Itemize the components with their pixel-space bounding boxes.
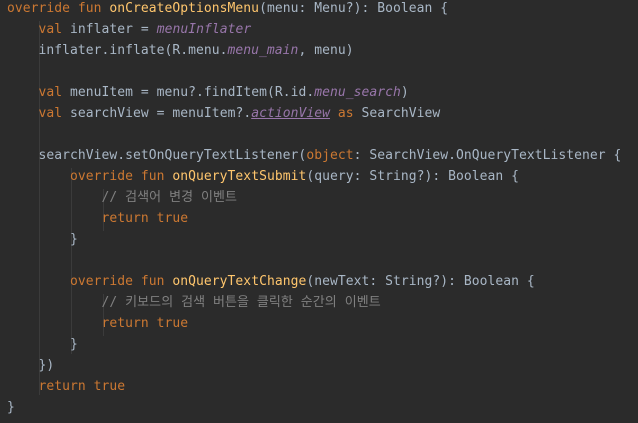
code-line[interactable]: } bbox=[7, 334, 78, 355]
code-line[interactable]: searchView.setOnQueryTextListener(object… bbox=[7, 145, 622, 166]
code-token: SearchView bbox=[361, 106, 441, 121]
code-token: } bbox=[7, 232, 78, 247]
code-line[interactable]: override fun onCreateOptionsMenu(menu: M… bbox=[7, 0, 448, 19]
code-line[interactable]: }) bbox=[7, 355, 55, 376]
keyword-token: return true bbox=[101, 316, 189, 331]
code-line[interactable]: val searchView = menuItem?.actionView as… bbox=[7, 103, 441, 124]
code-line[interactable]: return true bbox=[7, 208, 189, 229]
code-line[interactable]: } bbox=[7, 397, 15, 418]
code-line[interactable]: override fun onQueryTextSubmit(query: St… bbox=[7, 166, 519, 187]
keyword-token: val bbox=[38, 22, 71, 37]
code-token: : SearchView.OnQueryTextListener { bbox=[353, 148, 622, 163]
code-token: } bbox=[7, 337, 78, 352]
code-token: menuItem = menu?.findItem(R.id. bbox=[70, 85, 315, 100]
code-line[interactable]: } bbox=[7, 229, 78, 250]
code-token: } bbox=[7, 400, 15, 415]
keyword-token: return true bbox=[101, 211, 189, 226]
comment-token: // 키보드의 검색 버튼을 클릭한 순간의 이벤트 bbox=[101, 295, 381, 310]
keyword-token: return true bbox=[38, 379, 126, 394]
function-name-token: onQueryTextChange bbox=[172, 274, 307, 289]
keyword-token: val bbox=[38, 85, 71, 100]
code-token: searchView.setOnQueryTextListener( bbox=[7, 148, 307, 163]
function-name-token: onCreateOptionsMenu bbox=[109, 1, 260, 16]
code-token: searchView = menuItem?. bbox=[70, 106, 252, 121]
code-token: (menu: Menu?): Boolean { bbox=[259, 1, 449, 16]
code-token: (query: String?): Boolean { bbox=[306, 169, 519, 184]
function-name-token: onQueryTextSubmit bbox=[172, 169, 307, 184]
extension-property-token: actionView bbox=[251, 106, 330, 121]
code-token: (newText: String?): Boolean { bbox=[306, 274, 535, 289]
code-line[interactable]: return true bbox=[7, 376, 126, 397]
keyword-token: override fun bbox=[70, 169, 173, 184]
code-line[interactable]: val menuItem = menu?.findItem(R.id.menu_… bbox=[7, 82, 409, 103]
keyword-token: as bbox=[329, 106, 362, 121]
code-line[interactable]: // 검색어 변경 이벤트 bbox=[7, 187, 237, 208]
property-token: menu_main bbox=[227, 43, 299, 58]
code-editor[interactable]: override fun onCreateOptionsMenu(menu: M… bbox=[0, 0, 638, 423]
property-token: menuInflater bbox=[156, 22, 252, 37]
code-line[interactable]: inflater.inflate(R.menu.menu_main, menu) bbox=[7, 40, 354, 61]
code-token: inflater = bbox=[70, 22, 157, 37]
code-line[interactable]: // 키보드의 검색 버튼을 클릭한 순간의 이벤트 bbox=[7, 292, 381, 313]
code-token: }) bbox=[7, 358, 55, 373]
code-line[interactable]: override fun onQueryTextChange(newText: … bbox=[7, 271, 535, 292]
keyword-token: override fun bbox=[7, 1, 110, 16]
keyword-token: object bbox=[306, 148, 354, 163]
code-line[interactable]: return true bbox=[7, 313, 189, 334]
code-token: , menu) bbox=[298, 43, 354, 58]
comment-token: // 검색어 변경 이벤트 bbox=[101, 190, 237, 205]
code-token: inflater.inflate(R.menu. bbox=[7, 43, 228, 58]
code-line[interactable]: val inflater = menuInflater bbox=[7, 19, 252, 40]
code-token: ) bbox=[400, 85, 409, 100]
keyword-token: override fun bbox=[70, 274, 173, 289]
property-token: menu_search bbox=[314, 85, 401, 100]
keyword-token: val bbox=[38, 106, 71, 121]
